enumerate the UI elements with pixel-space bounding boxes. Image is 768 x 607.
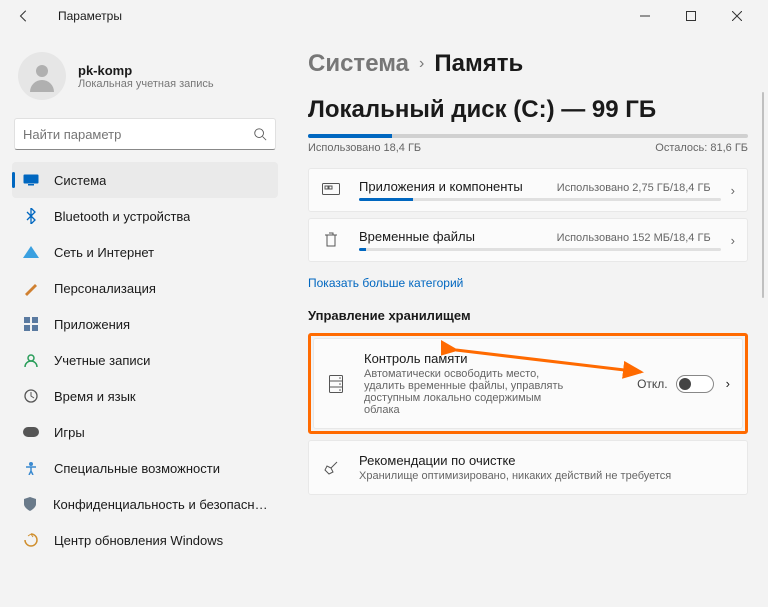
time-icon — [24, 389, 38, 403]
avatar — [18, 52, 66, 100]
storage-sense-card[interactable]: Контроль памяти Автоматически освободить… — [313, 338, 743, 429]
disk-used-label: Использовано 18,4 ГБ — [308, 142, 421, 154]
nav-gaming[interactable]: Игры — [12, 414, 278, 450]
close-button[interactable] — [714, 0, 760, 32]
nav-label: Время и язык — [54, 389, 136, 404]
category-usage: Использовано 152 МБ/18,4 ГБ — [557, 232, 711, 244]
toggle-state-label: Откл. — [637, 377, 668, 391]
category-usage: Использовано 2,75 ГБ/18,4 ГБ — [557, 182, 711, 194]
nav-personalization[interactable]: Персонализация — [12, 270, 278, 306]
apps-icon — [24, 317, 38, 331]
nav-label: Bluetooth и устройства — [54, 209, 190, 224]
search-box[interactable] — [14, 118, 276, 150]
cleanup-title: Рекомендации по очистке — [359, 453, 735, 468]
category-bar — [359, 198, 721, 201]
update-icon — [24, 533, 38, 547]
personalization-icon — [23, 280, 39, 296]
chevron-right-icon: › — [419, 55, 424, 73]
nav-system[interactable]: Система — [12, 162, 278, 198]
search-input[interactable] — [23, 127, 253, 142]
disk-title: Локальный диск (C:) — 99 ГБ — [308, 96, 748, 124]
annotation-highlight: Контроль памяти Автоматически освободить… — [308, 333, 748, 434]
storage-mgmt-heading: Управление хранилищем — [308, 308, 748, 323]
storage-sense-toggle[interactable] — [676, 375, 714, 393]
accounts-icon — [24, 353, 38, 367]
cleanup-desc: Хранилище оптимизировано, никаких действ… — [359, 470, 735, 482]
disk-free-label: Осталось: 81,6 ГБ — [655, 142, 748, 154]
category-title: Приложения и компоненты — [359, 179, 523, 194]
breadcrumb-current: Память — [434, 50, 523, 78]
nav-privacy[interactable]: Конфиденциальность и безопасность — [12, 486, 278, 522]
network-icon — [23, 246, 39, 258]
nav-update[interactable]: Центр обновления Windows — [12, 522, 278, 558]
trash-icon — [324, 232, 338, 248]
nav-label: Центр обновления Windows — [54, 533, 223, 548]
nav-bluetooth[interactable]: Bluetooth и устройства — [12, 198, 278, 234]
nav-label: Игры — [54, 425, 85, 440]
storage-sense-desc: Автоматически освободить место, удалить … — [364, 368, 564, 416]
nav-network[interactable]: Сеть и Интернет — [12, 234, 278, 270]
apps-components-icon — [322, 183, 340, 197]
breadcrumb: Система › Память — [308, 50, 748, 78]
category-temp[interactable]: Временные файлы Использовано 152 МБ/18,4… — [308, 218, 748, 262]
bluetooth-icon — [26, 208, 36, 224]
chevron-right-icon: › — [731, 183, 735, 198]
nav-label: Специальные возможности — [54, 461, 220, 476]
category-apps[interactable]: Приложения и компоненты Использовано 2,7… — [308, 168, 748, 212]
system-icon — [23, 174, 39, 186]
sidebar: pk-komp Локальная учетная запись Система… — [0, 32, 288, 607]
minimize-icon — [640, 11, 650, 21]
account-name: pk-komp — [78, 63, 214, 78]
titlebar: Параметры — [0, 0, 768, 32]
disk-usage-bar — [308, 134, 748, 138]
scrollbar[interactable] — [760, 92, 766, 607]
arrow-left-icon — [17, 9, 31, 23]
nav-apps[interactable]: Приложения — [12, 306, 278, 342]
maximize-button[interactable] — [668, 0, 714, 32]
privacy-icon — [24, 497, 36, 511]
search-icon — [253, 127, 267, 141]
main-content: Система › Память Локальный диск (C:) — 9… — [288, 32, 768, 607]
gaming-icon — [23, 427, 39, 437]
category-title: Временные файлы — [359, 229, 475, 244]
nav-time[interactable]: Время и язык — [12, 378, 278, 414]
window-title: Параметры — [58, 9, 122, 23]
minimize-button[interactable] — [622, 0, 668, 32]
person-icon — [26, 60, 58, 92]
accessibility-icon — [24, 461, 38, 475]
breadcrumb-parent[interactable]: Система — [308, 50, 409, 78]
storage-sense-title: Контроль памяти — [364, 351, 637, 366]
nav-label: Конфиденциальность и безопасность — [53, 497, 268, 512]
cleanup-card[interactable]: Рекомендации по очистке Хранилище оптими… — [308, 440, 748, 495]
account-type: Локальная учетная запись — [78, 78, 214, 90]
maximize-icon — [686, 11, 696, 21]
nav-label: Персонализация — [54, 281, 156, 296]
nav-accessibility[interactable]: Специальные возможности — [12, 450, 278, 486]
account-block[interactable]: pk-komp Локальная учетная запись — [10, 42, 280, 114]
nav-label: Приложения — [54, 317, 130, 332]
back-button[interactable] — [8, 0, 40, 32]
nav-accounts[interactable]: Учетные записи — [12, 342, 278, 378]
nav-label: Система — [54, 173, 106, 188]
broom-icon — [323, 460, 339, 476]
chevron-right-icon: › — [731, 233, 735, 248]
nav-list: Система Bluetooth и устройства Сеть и Ин… — [10, 162, 280, 607]
chevron-right-icon: › — [726, 376, 730, 391]
close-icon — [732, 11, 742, 21]
nav-label: Сеть и Интернет — [54, 245, 154, 260]
nav-label: Учетные записи — [54, 353, 150, 368]
category-bar — [359, 248, 721, 251]
show-more-link[interactable]: Показать больше категорий — [308, 276, 463, 290]
storage-sense-icon — [329, 375, 343, 393]
